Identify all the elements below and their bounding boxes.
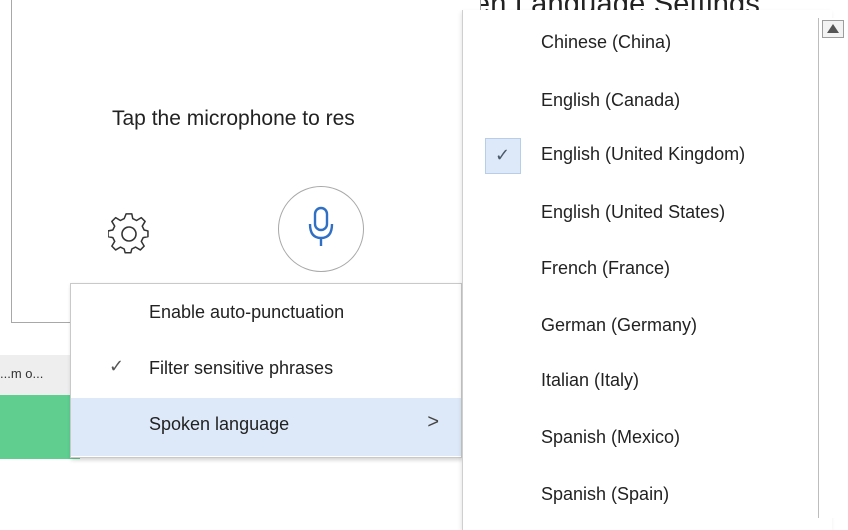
- dictation-prompt: Tap the microphone to res: [112, 107, 355, 130]
- language-label: Italian (Italy): [541, 370, 640, 390]
- language-option[interactable]: Spanish (Mexico): [477, 413, 817, 463]
- language-label: English (United States): [541, 202, 726, 222]
- language-label: English (Canada): [541, 90, 681, 110]
- background-text: ...m o...: [0, 366, 44, 381]
- scrollbar[interactable]: [818, 18, 848, 518]
- scroll-up-button[interactable]: [822, 20, 844, 38]
- language-label: Chinese (China): [541, 32, 672, 52]
- language-option[interactable]: Chinese (China): [477, 18, 817, 68]
- chevron-right-icon: >: [427, 411, 439, 433]
- language-option[interactable]: Italian (Italy): [477, 356, 817, 406]
- menu-item-filter-sensitive[interactable]: ✓ Filter sensitive phrases: [71, 342, 461, 400]
- language-label: French (France): [541, 258, 671, 278]
- language-option[interactable]: English (Canada): [477, 76, 817, 126]
- language-option[interactable]: German (Germany): [477, 301, 817, 351]
- menu-item-label: Spoken language: [149, 414, 290, 434]
- triangle-up-icon: [827, 24, 839, 33]
- dictation-panel: Tap the microphone to res: [11, 0, 481, 323]
- language-option[interactable]: French (France): [477, 244, 817, 294]
- menu-item-label: Enable auto-punctuation: [149, 302, 345, 322]
- language-label: English (United Kingdom): [541, 144, 746, 164]
- background-green-strip: [0, 395, 80, 459]
- language-label: Spanish (Spain): [541, 484, 670, 504]
- gear-icon[interactable]: [107, 213, 150, 255]
- language-option[interactable]: Spanish (Spain): [477, 470, 817, 520]
- settings-menu: Enable auto-punctuation ✓ Filter sensiti…: [70, 283, 462, 458]
- microphone-icon: [308, 206, 334, 246]
- checkmark-icon: ✓: [109, 356, 125, 376]
- menu-item-auto-punctuation[interactable]: Enable auto-punctuation: [71, 286, 461, 344]
- microphone-button[interactable]: [278, 186, 364, 272]
- language-option-selected[interactable]: ✓ English (United Kingdom): [477, 130, 817, 180]
- language-option[interactable]: English (United States): [477, 188, 817, 238]
- menu-item-spoken-language[interactable]: Spoken language >: [71, 398, 461, 456]
- language-label: German (Germany): [541, 315, 698, 335]
- language-label: Spanish (Mexico): [541, 427, 681, 447]
- menu-item-label: Filter sensitive phrases: [149, 358, 334, 378]
- language-submenu: Chinese (China) English (Canada) ✓ Engli…: [462, 10, 832, 530]
- checkmark-icon: ✓: [485, 138, 521, 174]
